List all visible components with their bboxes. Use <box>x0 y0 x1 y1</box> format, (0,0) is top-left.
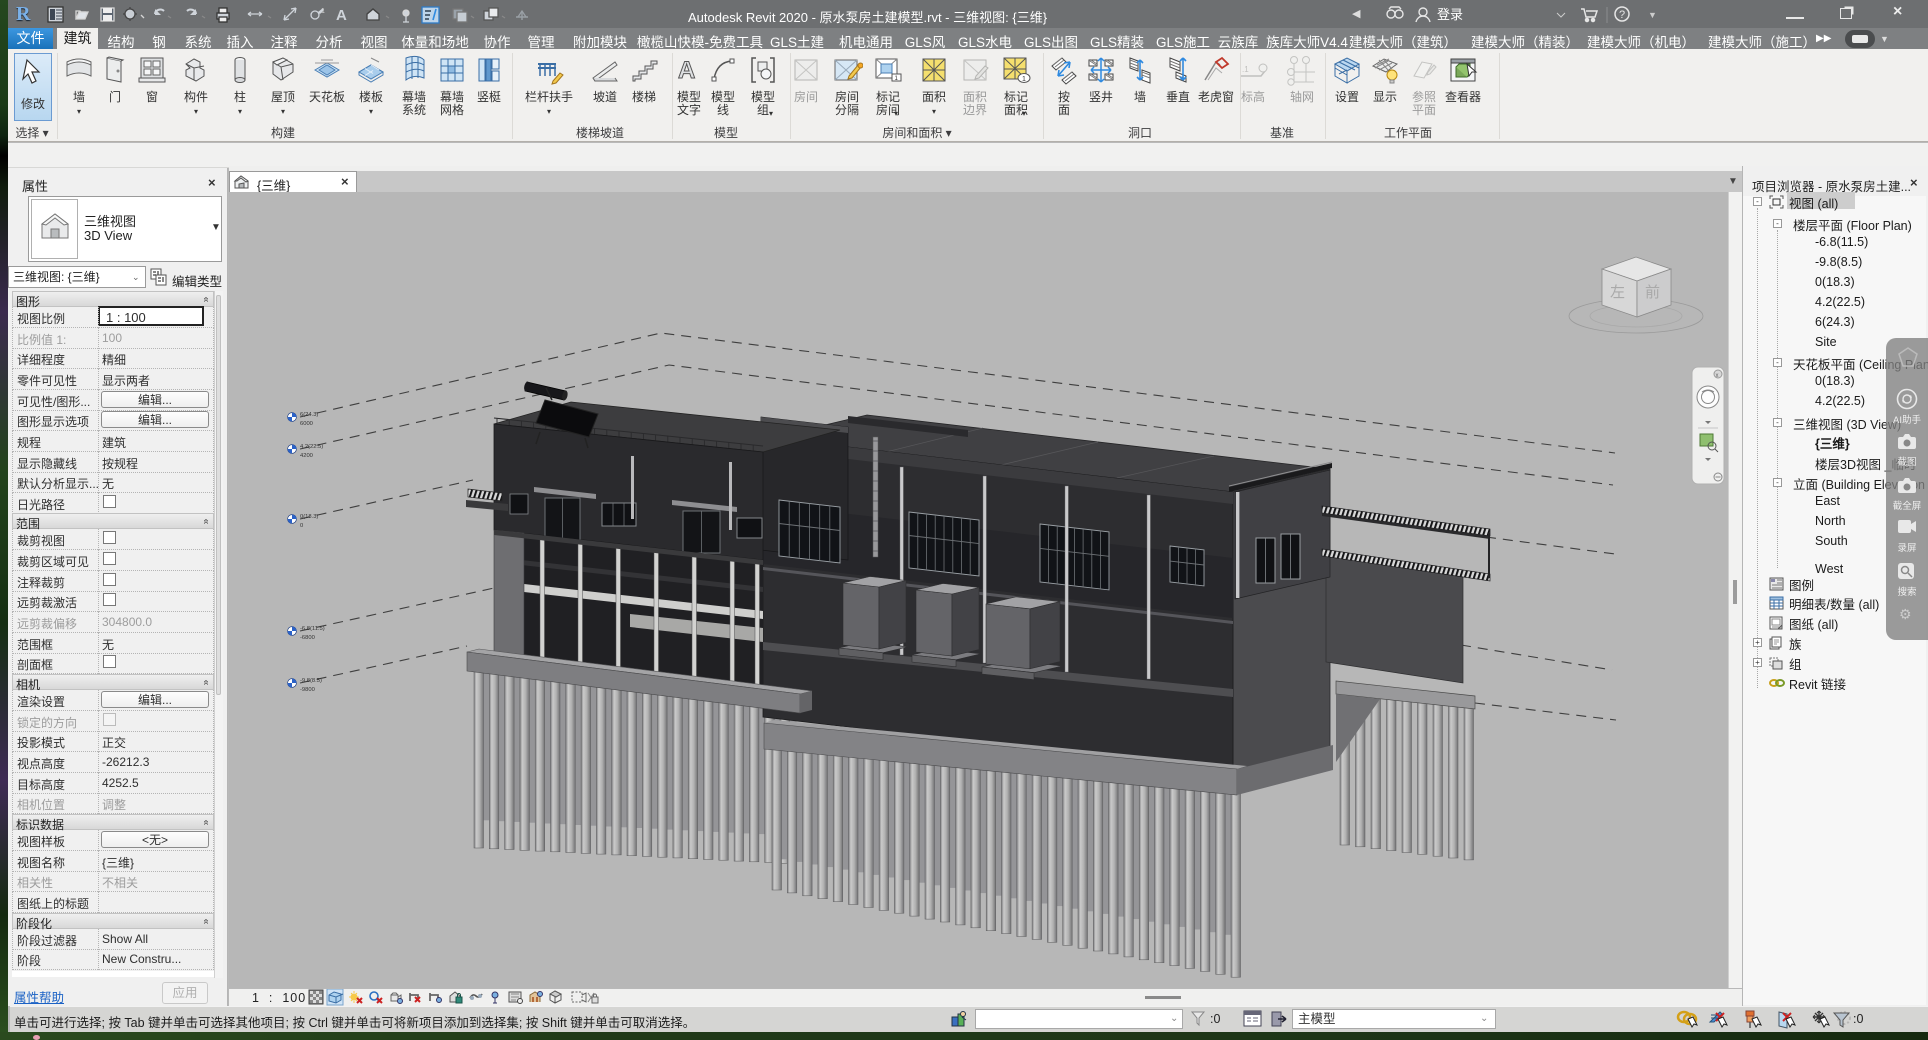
svg-text:1: 1 <box>321 8 325 15</box>
svg-text:x: x <box>1716 373 1719 379</box>
svg-text:.1: .1 <box>1242 65 1249 74</box>
svg-text:-6800: -6800 <box>300 635 315 641</box>
svg-text:6(24.3): 6(24.3) <box>300 412 318 418</box>
svg-text:0(18.3): 0(18.3) <box>300 514 318 520</box>
svg-text:登录: 登录 <box>1437 7 1463 22</box>
svg-text:0: 0 <box>300 523 303 529</box>
svg-text:-9800: -9800 <box>300 687 315 693</box>
svg-text:A: A <box>678 57 695 84</box>
svg-text:A: A <box>336 7 347 24</box>
svg-text:?: ? <box>1619 9 1625 21</box>
svg-text:6000: 6000 <box>300 421 313 427</box>
svg-text:1: 1 <box>1022 76 1026 83</box>
svg-text:-6.8(11.5): -6.8(11.5) <box>300 626 325 632</box>
svg-text:前: 前 <box>1645 284 1660 301</box>
svg-text:左: 左 <box>1610 284 1625 301</box>
svg-text:-9.8(8.5): -9.8(8.5) <box>300 678 322 684</box>
svg-text:4.2(22.5): 4.2(22.5) <box>300 444 323 450</box>
svg-text:4200: 4200 <box>300 453 313 459</box>
